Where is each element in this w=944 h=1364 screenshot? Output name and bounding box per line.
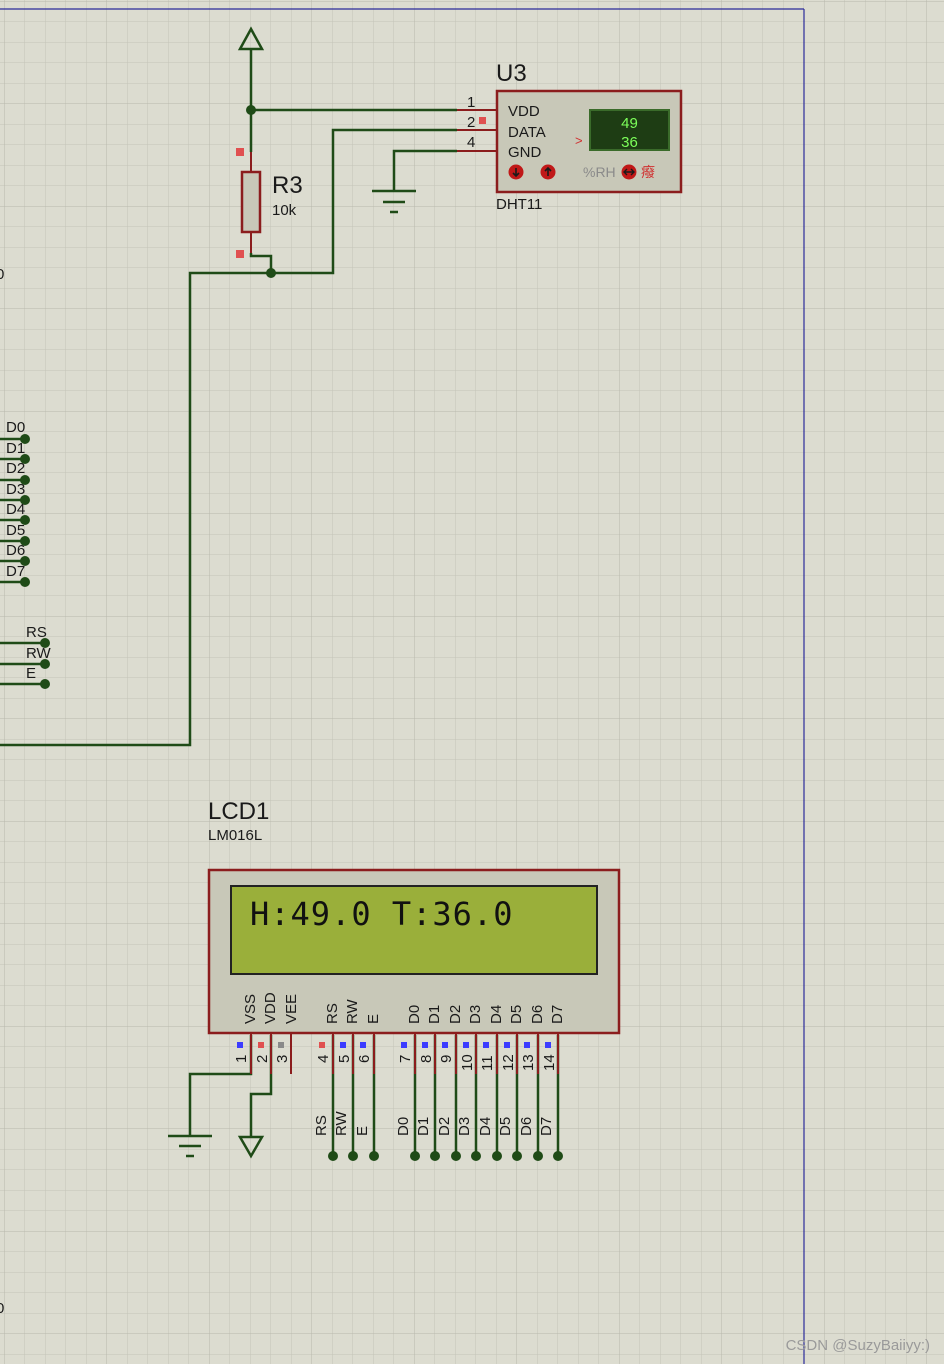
lcd1-part: LM016L xyxy=(208,827,263,844)
u3-humidity-readout: 49 xyxy=(621,115,638,132)
lcd1-pinnum-11: 11 xyxy=(479,1055,496,1071)
lcd1-pinname-rw: RW xyxy=(344,999,361,1024)
net-label-d3: D3 xyxy=(6,481,26,498)
decrease-icon[interactable] xyxy=(508,164,524,180)
r3-pin2-marker xyxy=(236,250,244,258)
net-label-d7: D7 xyxy=(6,563,26,580)
toggle-icon[interactable] xyxy=(621,164,637,180)
lcd1-net-d7: D7 xyxy=(538,1116,555,1136)
lcd1-pinnum-5: 5 xyxy=(336,1054,353,1063)
increase-icon[interactable] xyxy=(540,164,556,180)
lcd1-pinname-d1: D1 xyxy=(426,1004,443,1024)
r3-pin1-marker xyxy=(236,148,244,156)
lcd1-net-d0: D0 xyxy=(395,1116,412,1136)
lcd1-net-e: E xyxy=(354,1125,371,1136)
u3-arrow: > xyxy=(575,133,583,148)
net-label-rs: RS xyxy=(26,624,47,641)
lcd1-pinname-vdd: VDD xyxy=(262,992,279,1024)
schematic-canvas[interactable] xyxy=(0,0,944,1364)
net-label-d6: D6 xyxy=(6,542,26,559)
lcd1-pinnum-7: 7 xyxy=(397,1054,414,1063)
lcd1-pinname-rs: RS xyxy=(324,1003,341,1024)
watermark: CSDN @SuzyBaiiyy:) xyxy=(785,1337,930,1354)
net-label-d5: D5 xyxy=(6,522,26,539)
u3-ref: U3 xyxy=(496,60,527,87)
lcd1-pinname-d6: D6 xyxy=(529,1004,546,1024)
lcd1-net-d6: D6 xyxy=(518,1116,535,1136)
lcd1-net-rw: RW xyxy=(333,1111,350,1136)
net-label-rw: RW xyxy=(26,645,51,662)
lcd1-pinnum-12: 12 xyxy=(500,1054,517,1071)
net-label-d0: D0 xyxy=(6,419,26,436)
lcd1-pinnum-8: 8 xyxy=(418,1054,435,1063)
net-label-d2: D2 xyxy=(6,460,26,477)
lcd1-ref: LCD1 xyxy=(208,798,270,825)
lcd1-net-d2: D2 xyxy=(436,1116,453,1136)
cut-label-top: 0 xyxy=(0,266,5,283)
r3-value: 10k xyxy=(272,202,297,219)
lcd1-pinnum-1: 1 xyxy=(233,1054,250,1063)
u3-pin2-number: 2 xyxy=(467,114,476,131)
cut-label-bottom: 0 xyxy=(0,1300,5,1317)
lcd1-pinname-d0: D0 xyxy=(406,1004,423,1024)
u3-pin1-number: 1 xyxy=(467,94,476,111)
u3-extra-glyph: 癈 xyxy=(641,164,655,180)
lcd1-pinnum-2: 2 xyxy=(254,1054,271,1063)
grid-major xyxy=(0,0,944,1364)
lcd1-pinname-d3: D3 xyxy=(467,1004,484,1024)
lcd1-pinnum-13: 13 xyxy=(520,1054,537,1071)
lcd1-pinnum-9: 9 xyxy=(438,1054,455,1063)
u3-pin-gnd: GND xyxy=(508,144,542,161)
u3-temperature-readout: 36 xyxy=(621,134,638,151)
net-label-e: E xyxy=(26,665,37,682)
lcd1-screen: H:49.0 T:36.0 xyxy=(230,885,598,975)
lcd1-pinname-vee: VEE xyxy=(283,993,300,1024)
u3-pin-data: DATA xyxy=(508,124,546,141)
lcd1-pinnum-10: 10 xyxy=(459,1054,476,1071)
lcd1-pinname-d7: D7 xyxy=(549,1004,566,1024)
lcd1-pinname-vss: VSS xyxy=(242,993,259,1024)
lcd1-net-d5: D5 xyxy=(497,1116,514,1136)
lcd1-pinname-d5: D5 xyxy=(508,1004,525,1024)
lcd1-pinnum-4: 4 xyxy=(315,1054,332,1063)
lcd1-pinname-d4: D4 xyxy=(488,1004,505,1024)
u3-pin2-marker xyxy=(479,117,486,124)
u3-part: DHT11 xyxy=(496,196,543,213)
lcd1-screen-text: H:49.0 T:36.0 xyxy=(250,895,514,933)
lcd1-pinnum-3: 3 xyxy=(274,1054,291,1063)
lcd1-pinnum-14: 14 xyxy=(541,1054,558,1071)
u3-pin-vdd: VDD xyxy=(508,103,540,120)
u3-pin4-number: 4 xyxy=(467,134,476,151)
lcd1-pinname-e: E xyxy=(365,1013,382,1024)
u3-unit-label: %RH xyxy=(583,164,616,180)
lcd1-net-d1: D1 xyxy=(415,1116,432,1136)
net-label-d4: D4 xyxy=(6,501,26,518)
lcd1-net-d3: D3 xyxy=(456,1116,473,1136)
r3-ref: R3 xyxy=(272,172,303,199)
lcd1-net-d4: D4 xyxy=(477,1116,494,1136)
net-label-d1: D1 xyxy=(6,440,26,457)
r3-body[interactable] xyxy=(240,170,262,234)
lcd1-net-rs: RS xyxy=(313,1115,330,1136)
lcd1-pinnum-6: 6 xyxy=(356,1054,373,1063)
u3-display: 49 36 xyxy=(589,109,670,151)
lcd1-pinname-d2: D2 xyxy=(447,1004,464,1024)
